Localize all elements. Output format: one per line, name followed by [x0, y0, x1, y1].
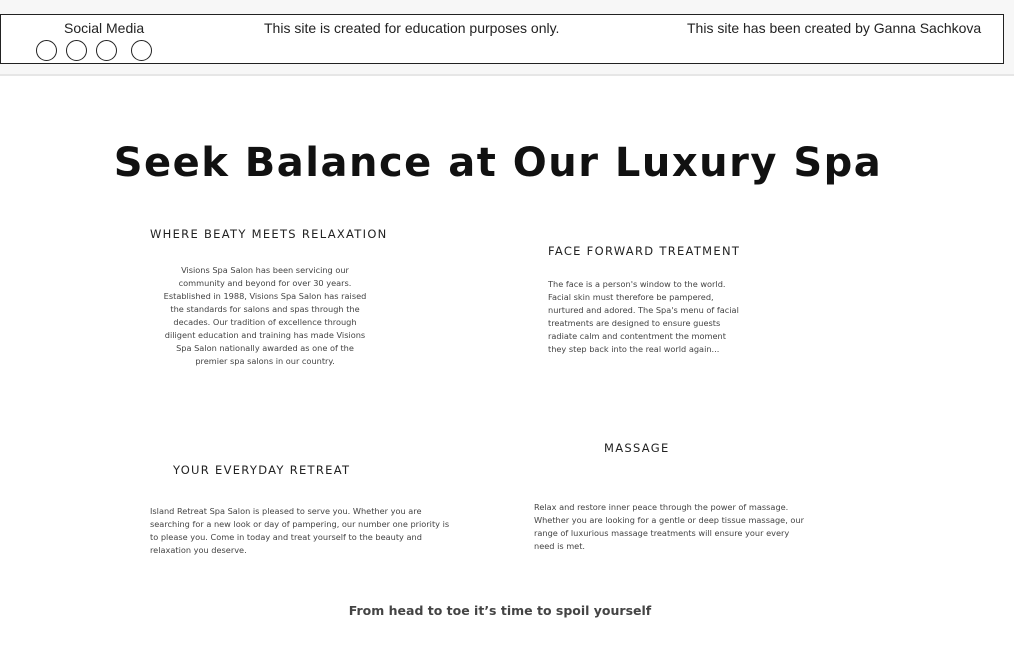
- social-icons-row: [36, 40, 161, 62]
- section-heading-beauty: WHERE BEATY MEETS RELAXATION: [150, 227, 388, 241]
- social-icon-4[interactable]: [131, 40, 152, 61]
- section-heading-face: FACE FORWARD TREATMENT: [548, 244, 741, 258]
- section-heading-retreat: YOUR EVERYDAY RETREAT: [173, 463, 351, 477]
- section-heading-massage: MASSAGE: [604, 441, 670, 455]
- section-body-massage: Relax and restore inner peace through th…: [534, 502, 804, 551]
- site-footer-bar: Social Media This site is created for ed…: [0, 14, 1004, 64]
- section-body-beauty: Visions Spa Salon has been servicing our…: [163, 265, 367, 366]
- closing-tagline: From head to toe it’s time to spoil your…: [348, 603, 652, 618]
- social-icon-1[interactable]: [36, 40, 57, 61]
- section-body-retreat: Island Retreat Spa Salon is pleased to s…: [150, 506, 450, 555]
- page-title: Seek Balance at Our Luxury Spa: [113, 140, 883, 186]
- section-body-face: The face is a person's window to the wor…: [548, 279, 739, 354]
- site-credit: This site has been created by Ganna Sach…: [687, 20, 982, 36]
- education-notice: This site is created for education purpo…: [264, 20, 560, 36]
- social-icon-2[interactable]: [66, 40, 87, 61]
- social-icon-3[interactable]: [96, 40, 117, 61]
- social-media-title: Social Media: [64, 20, 145, 36]
